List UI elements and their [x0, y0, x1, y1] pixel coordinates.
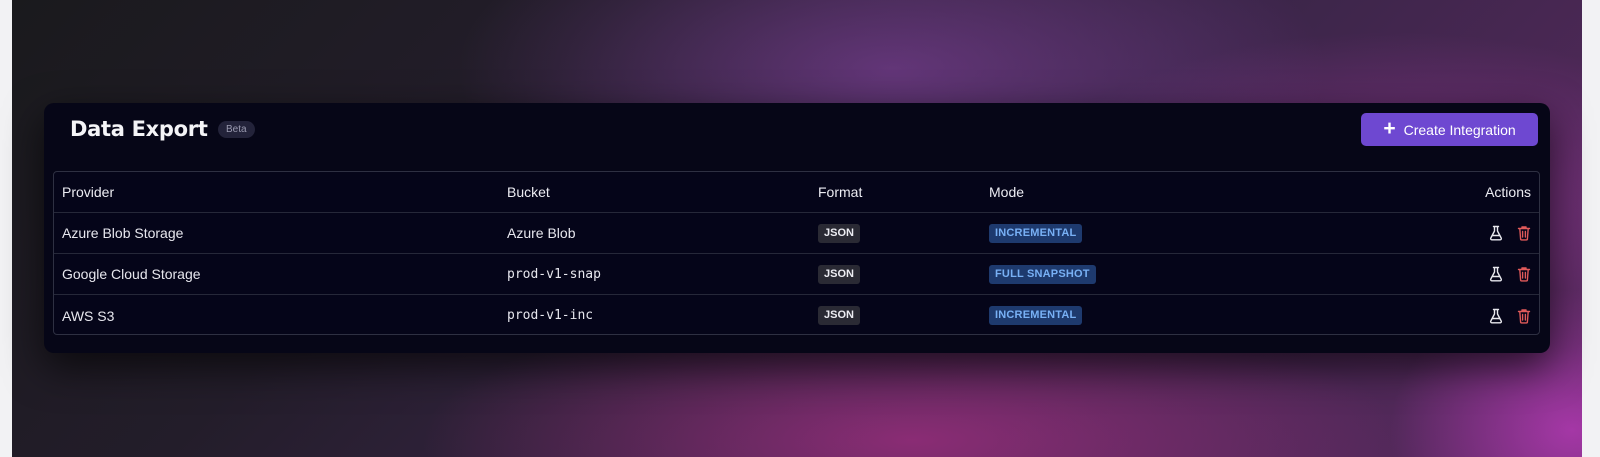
table-row: Azure Blob Storage Azure Blob JSON INCRE… [54, 213, 1539, 254]
bucket-cell: Azure Blob [507, 225, 576, 241]
page-title: Data Export [70, 117, 208, 141]
column-header-actions: Actions [1485, 184, 1531, 200]
table-row: AWS S3 prod-v1-inc JSON INCREMENTAL [54, 295, 1539, 334]
create-integration-button[interactable]: + Create Integration [1361, 113, 1538, 146]
bucket-cell: prod-v1-snap [507, 266, 601, 282]
column-header-format[interactable]: Format [818, 172, 862, 212]
format-badge: JSON [818, 306, 860, 325]
flask-icon[interactable] [1489, 308, 1503, 324]
plus-icon: + [1383, 117, 1396, 140]
flask-icon[interactable] [1489, 266, 1503, 282]
integrations-table: Provider Bucket Format Mode Actions Azur… [53, 171, 1540, 335]
provider-cell: Google Cloud Storage [62, 266, 201, 282]
bucket-cell: prod-v1-inc [507, 308, 594, 323]
mode-badge: INCREMENTAL [989, 306, 1083, 325]
row-actions [1489, 308, 1531, 324]
column-header-mode[interactable]: Mode [989, 172, 1024, 212]
beta-badge: Beta [218, 121, 255, 138]
flask-icon[interactable] [1489, 225, 1503, 241]
create-integration-label: Create Integration [1403, 121, 1516, 138]
column-header-provider[interactable]: Provider [62, 172, 114, 212]
format-badge: JSON [818, 264, 860, 284]
column-header-bucket[interactable]: Bucket [507, 172, 550, 212]
mode-badge: INCREMENTAL [989, 223, 1083, 243]
trash-icon[interactable] [1517, 308, 1531, 324]
format-badge: JSON [818, 223, 860, 243]
provider-cell: Azure Blob Storage [62, 225, 184, 241]
row-actions [1489, 225, 1531, 241]
card-header: Data Export Beta + Create Integration [44, 103, 1550, 163]
data-export-card: Data Export Beta + Create Integration Pr… [44, 103, 1550, 353]
trash-icon[interactable] [1517, 225, 1531, 241]
provider-cell: AWS S3 [62, 307, 115, 324]
table-header-row: Provider Bucket Format Mode Actions [54, 172, 1539, 213]
trash-icon[interactable] [1517, 266, 1531, 282]
table-row: Google Cloud Storage prod-v1-snap JSON F… [54, 254, 1539, 295]
row-actions [1489, 266, 1531, 282]
mode-badge: FULL SNAPSHOT [989, 264, 1096, 284]
